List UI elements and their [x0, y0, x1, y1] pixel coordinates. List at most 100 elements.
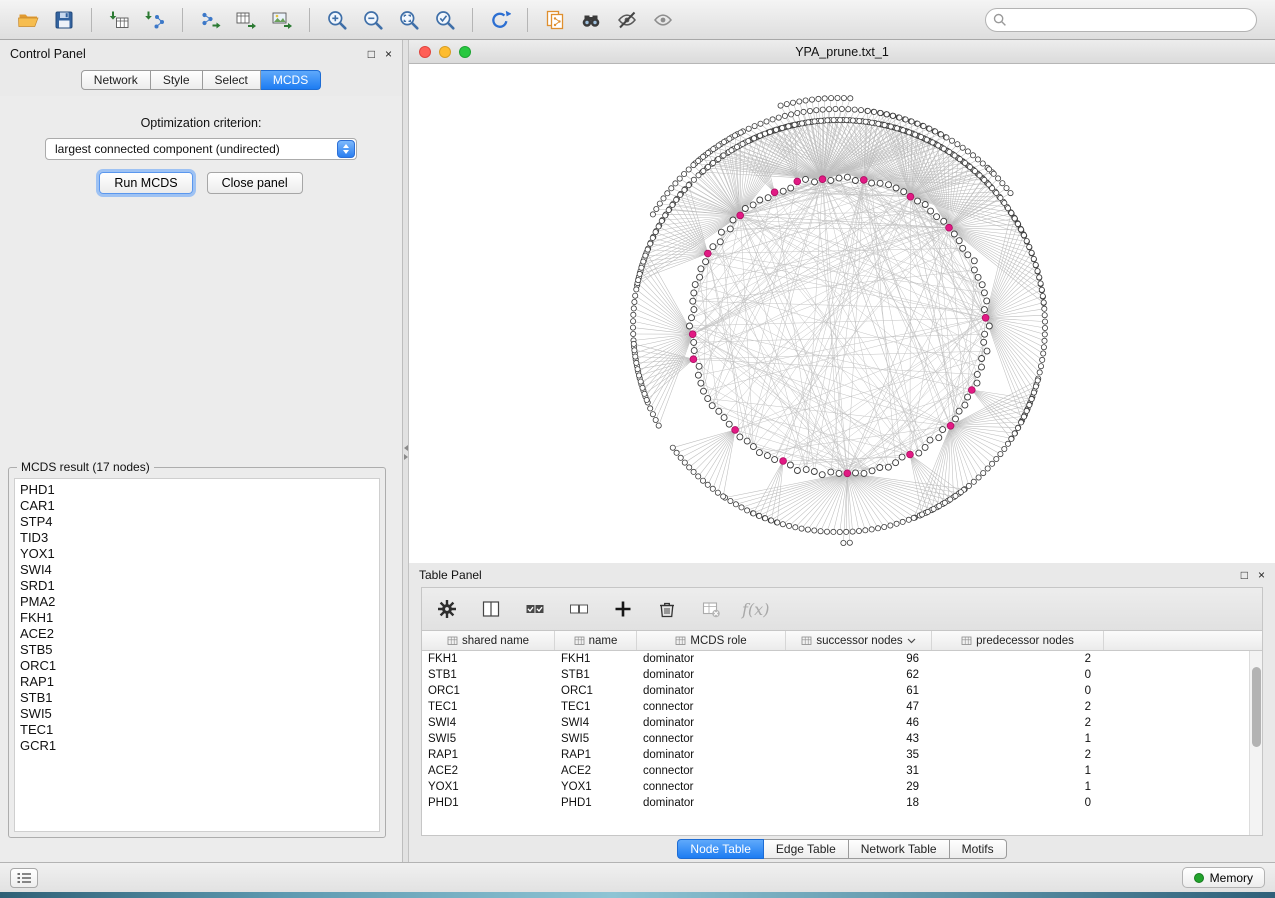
export-table-button[interactable] — [228, 5, 264, 35]
mcds-result-item[interactable]: ACE2 — [20, 626, 374, 642]
close-table-panel-icon[interactable]: × — [1258, 569, 1265, 581]
table-tab-edge-table[interactable]: Edge Table — [764, 839, 849, 859]
dropdown-stepper-icon — [337, 140, 355, 158]
minimize-window-button[interactable] — [439, 46, 451, 58]
tab-network[interactable]: Network — [81, 70, 151, 90]
table-row[interactable]: TEC1TEC1connector472 — [422, 699, 1249, 715]
import-network-button[interactable] — [137, 5, 173, 35]
column-header-predecessor-nodes[interactable]: predecessor nodes — [932, 631, 1104, 650]
table-row[interactable]: RAP1RAP1dominator352 — [422, 747, 1249, 763]
mcds-result-list[interactable]: PHD1CAR1STP4TID3YOX1SWI4SRD1PMA2FKH1ACE2… — [14, 478, 380, 832]
mcds-result-item[interactable]: SWI4 — [20, 562, 374, 578]
mcds-result-item[interactable]: TID3 — [20, 530, 374, 546]
mcds-result-item[interactable]: PMA2 — [20, 594, 374, 610]
mcds-result-item[interactable]: FKH1 — [20, 610, 374, 626]
find-network-button[interactable] — [573, 5, 609, 35]
mcds-result-item[interactable]: ORC1 — [20, 658, 374, 674]
show-details-button[interactable] — [645, 5, 681, 35]
table-scrollbar[interactable] — [1249, 651, 1262, 835]
mcds-result-item[interactable]: SWI5 — [20, 706, 374, 722]
delete-column-button[interactable] — [654, 596, 680, 622]
column-header-name[interactable]: name — [555, 631, 637, 650]
column-header-mcds-role[interactable]: MCDS role — [637, 631, 786, 650]
column-header-shared-name[interactable]: shared name — [422, 631, 555, 650]
zoom-in-button[interactable] — [319, 5, 355, 35]
zoom-out-button[interactable] — [355, 5, 391, 35]
add-column-button[interactable] — [610, 596, 636, 622]
refresh-icon — [489, 9, 511, 31]
network-window: YPA_prune.txt_1 — [409, 40, 1275, 563]
export-image-button[interactable] — [264, 5, 300, 35]
criterion-dropdown[interactable]: largest connected component (undirected) — [45, 138, 357, 160]
hide-details-button[interactable] — [609, 5, 645, 35]
mcds-result-item[interactable]: RAP1 — [20, 674, 374, 690]
maximize-window-button[interactable] — [459, 46, 471, 58]
cell-name: ORC1 — [555, 685, 637, 697]
clone-network-button[interactable] — [537, 5, 573, 35]
export-network-button[interactable] — [192, 5, 228, 35]
cell-successor-nodes: 46 — [786, 717, 932, 729]
table-row[interactable]: FKH1FKH1dominator962 — [422, 651, 1249, 667]
cell-successor-nodes: 61 — [786, 685, 932, 697]
mcds-result-groupbox: MCDS result (17 nodes) PHD1CAR1STP4TID3Y… — [8, 467, 386, 838]
mcds-result-item[interactable]: GCR1 — [20, 738, 374, 754]
table-row[interactable]: ORC1ORC1dominator610 — [422, 683, 1249, 699]
run-mcds-button[interactable]: Run MCDS — [99, 172, 192, 194]
close-panel-button[interactable]: Close panel — [207, 172, 303, 194]
table-panel-tabs: Node TableEdge TableNetwork TableMotifs — [409, 836, 1275, 862]
toolbar-separator — [472, 8, 473, 32]
hide-details-icon — [616, 9, 638, 31]
scrollbar-thumb[interactable] — [1252, 667, 1261, 747]
column-header-successor-nodes[interactable]: successor nodes — [786, 631, 932, 650]
show-columns-button[interactable] — [478, 596, 504, 622]
mcds-result-item[interactable]: SRD1 — [20, 578, 374, 594]
cell-shared-name: SWI5 — [422, 733, 555, 745]
memory-button[interactable]: Memory — [1182, 867, 1265, 888]
tab-style[interactable]: Style — [151, 70, 203, 90]
import-table-button[interactable] — [101, 5, 137, 35]
cell-mcds-role: connector — [637, 733, 786, 745]
zoom-selected-button[interactable] — [427, 5, 463, 35]
table-row[interactable]: STB1STB1dominator620 — [422, 667, 1249, 683]
settings-gear-button[interactable] — [434, 596, 460, 622]
mcds-result-item[interactable]: CAR1 — [20, 498, 374, 514]
mcds-result-item[interactable]: STP4 — [20, 514, 374, 530]
cell-successor-nodes: 18 — [786, 797, 932, 809]
float-table-panel-icon[interactable]: □ — [1241, 569, 1248, 581]
tab-mcds[interactable]: MCDS — [261, 70, 321, 90]
import-network-icon — [144, 9, 166, 31]
table-row[interactable]: SWI5SWI5connector431 — [422, 731, 1249, 747]
mcds-result-item[interactable]: STB5 — [20, 642, 374, 658]
save-button[interactable] — [46, 5, 82, 35]
zoom-fit-button[interactable] — [391, 5, 427, 35]
export-table-icon — [235, 9, 257, 31]
zoom-out-icon — [362, 9, 384, 31]
table-tab-motifs[interactable]: Motifs — [950, 839, 1007, 859]
close-panel-icon[interactable]: × — [385, 48, 392, 60]
search-input[interactable] — [985, 8, 1257, 32]
mcds-result-item[interactable]: STB1 — [20, 690, 374, 706]
float-panel-icon[interactable]: □ — [368, 48, 375, 60]
automation-panel-button[interactable] — [10, 868, 38, 888]
mcds-result-item[interactable]: PHD1 — [20, 482, 374, 498]
table-tab-network-table[interactable]: Network Table — [849, 839, 950, 859]
table-tab-node-table[interactable]: Node Table — [677, 839, 764, 859]
cell-name: STB1 — [555, 669, 637, 681]
table-row[interactable]: YOX1YOX1connector291 — [422, 779, 1249, 795]
mcds-result-item[interactable]: TEC1 — [20, 722, 374, 738]
table-row[interactable]: SWI4SWI4dominator462 — [422, 715, 1249, 731]
function-builder-button[interactable]: f(x) — [742, 600, 769, 619]
table-row[interactable]: PHD1PHD1dominator180 — [422, 795, 1249, 811]
table-toolbar: f(x) — [421, 587, 1263, 631]
refresh-button[interactable] — [482, 5, 518, 35]
deselect-all-button[interactable] — [566, 596, 592, 622]
table-row[interactable]: ACE2ACE2connector311 — [422, 763, 1249, 779]
network-view[interactable] — [409, 64, 1275, 563]
close-window-button[interactable] — [419, 46, 431, 58]
select-all-button[interactable] — [522, 596, 548, 622]
zoom-in-icon — [326, 9, 348, 31]
cell-predecessor-nodes: 2 — [932, 653, 1104, 665]
tab-select[interactable]: Select — [203, 70, 261, 90]
open-file-button[interactable] — [10, 5, 46, 35]
mcds-result-item[interactable]: YOX1 — [20, 546, 374, 562]
